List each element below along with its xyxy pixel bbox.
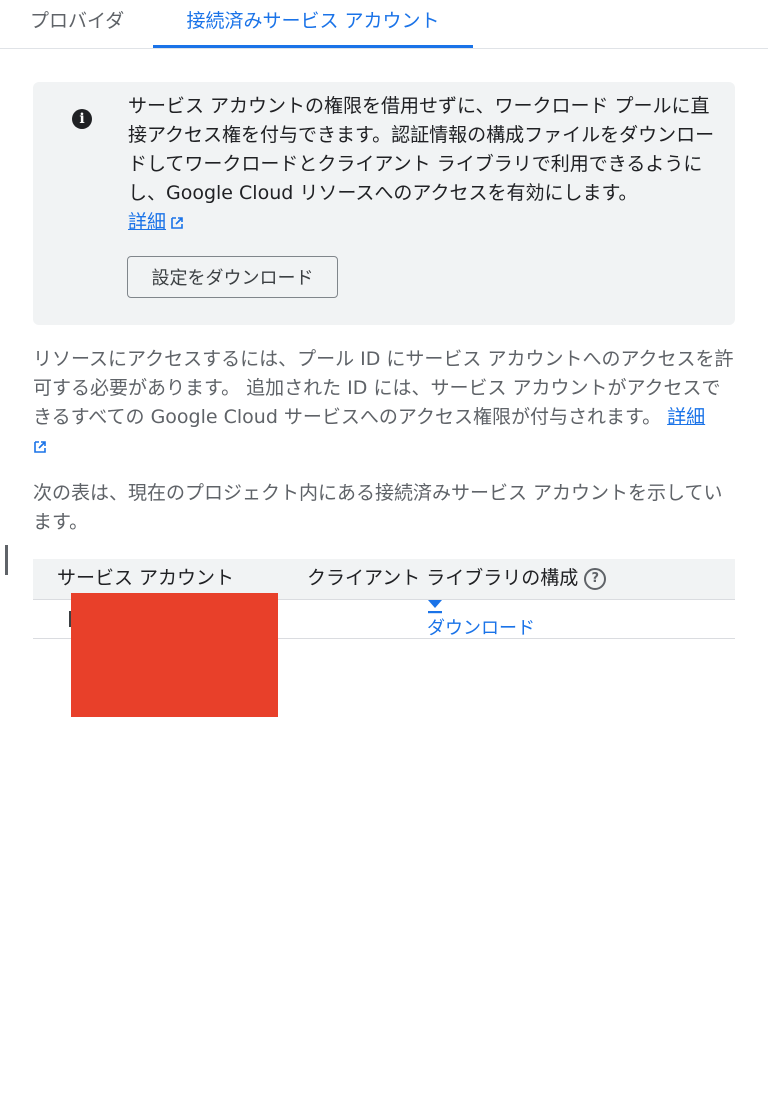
tab-bar: プロバイダ 接続済みサービス アカウント — [0, 0, 768, 49]
info-banner-text: サービス アカウントの権限を借用せずに、ワークロード プールに直接アクセス権を付… — [128, 92, 728, 237]
tab-providers[interactable]: プロバイダ — [30, 0, 124, 45]
column-header-client-library-config: クライアント ライブラリの構成? — [307, 559, 607, 597]
external-link-icon — [171, 216, 183, 229]
tab-connected-service-accounts[interactable]: 接続済みサービス アカウント — [153, 0, 473, 45]
external-link-icon — [34, 440, 46, 453]
help-icon[interactable]: ? — [584, 567, 607, 590]
info-banner: i サービス アカウントの権限を借用せずに、ワークロード プールに直接アクセス権… — [33, 82, 735, 325]
access-description-text: リソースにアクセスするには、プール ID にサービス アカウントへのアクセスを許… — [33, 348, 734, 428]
column-header-label: クライアント ライブラリの構成 — [307, 567, 579, 589]
redacted-area — [71, 593, 278, 717]
active-tab-indicator — [153, 45, 473, 48]
download-icon — [428, 600, 442, 614]
access-description: リソースにアクセスするには、プール ID にサービス アカウントへのアクセスを許… — [33, 345, 735, 461]
download-config-link[interactable]: ダウンロード — [427, 600, 547, 638]
table-description: 次の表は、現在のプロジェクト内にある接続済みサービス アカウントを示しています。 — [33, 482, 723, 533]
service-accounts-table: サービス アカウント クライアント ライブラリの構成? ダウンロード — [33, 559, 735, 717]
info-details-link[interactable]: 詳細 — [128, 211, 166, 233]
access-details-link[interactable]: 詳細 — [667, 406, 705, 428]
download-config-button[interactable]: 設定をダウンロード — [127, 256, 338, 298]
info-banner-body: サービス アカウントの権限を借用せずに、ワークロード プールに直接アクセス権を付… — [128, 95, 715, 204]
info-icon: i — [72, 109, 92, 129]
resize-handle[interactable] — [5, 545, 8, 575]
column-header-service-account: サービス アカウント — [57, 567, 235, 589]
download-label: ダウンロード — [427, 618, 535, 638]
table-row: ダウンロード — [33, 593, 735, 717]
